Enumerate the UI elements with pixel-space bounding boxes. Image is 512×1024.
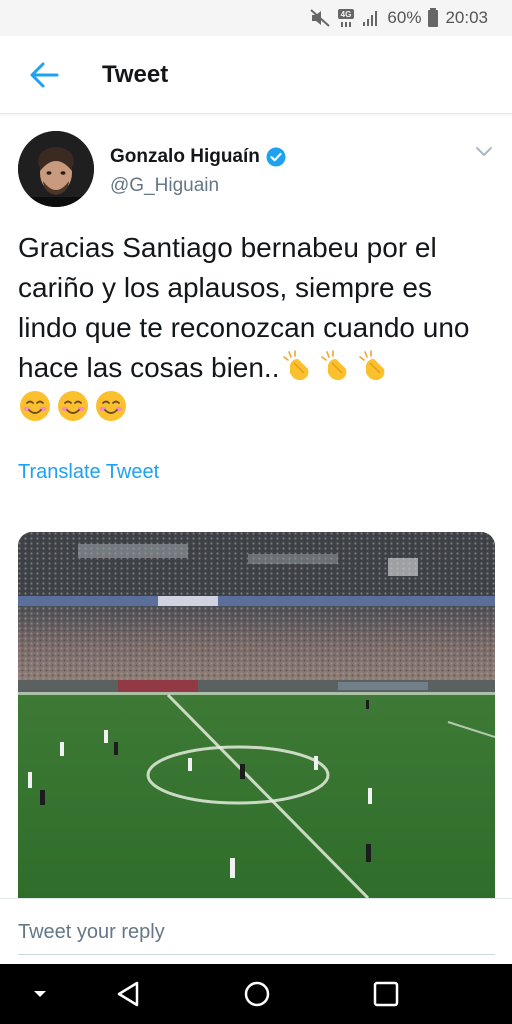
smiling-face-emoji (94, 389, 128, 423)
collapse-icon[interactable] (22, 976, 58, 1012)
clapping-hands-emoji (280, 349, 314, 383)
smiling-face-emoji (18, 389, 52, 423)
user-name-row[interactable]: Gonzalo Higuaín (110, 146, 286, 168)
mute-icon (309, 8, 331, 28)
tweet-body: Gracias Santiago bernabeu por el cariño … (18, 228, 498, 428)
app-header: Tweet (0, 36, 512, 114)
network-label: 4G (341, 10, 352, 19)
chevron-down-icon[interactable] (472, 140, 496, 164)
user-handle[interactable]: @G_Higuain (110, 175, 219, 197)
status-time: 20:03 (445, 8, 488, 27)
system-nav-bar (0, 964, 512, 1024)
reply-input[interactable] (18, 911, 495, 955)
arrow-left-icon (30, 62, 59, 87)
battery-percent: 60% (387, 8, 422, 27)
back-button[interactable] (22, 53, 66, 97)
stadium-image (18, 532, 495, 898)
status-bar: 4G 60% 20:03 (0, 0, 512, 36)
back-triangle-icon[interactable] (110, 976, 146, 1012)
home-circle-icon[interactable] (239, 976, 275, 1012)
user-name: Gonzalo Higuaín (110, 146, 260, 167)
signal-icon (361, 8, 381, 28)
recents-square-icon[interactable] (368, 976, 404, 1012)
translate-tweet-link[interactable]: Translate Tweet (18, 461, 159, 484)
network-4g-icon: 4G (337, 8, 355, 28)
battery-icon (427, 8, 439, 28)
tweet-text: Gracias Santiago bernabeu por el cariño … (18, 232, 470, 383)
smiling-face-emoji (56, 389, 90, 423)
tweet-card: Gonzalo Higuaín @G_Higuain Gracias Santi… (0, 114, 512, 898)
avatar[interactable] (18, 131, 94, 207)
clapping-hands-emoji (318, 349, 352, 383)
verified-badge-icon (266, 147, 286, 167)
page-title: Tweet (102, 60, 169, 88)
clapping-hands-emoji (356, 349, 390, 383)
reply-bar (0, 898, 512, 964)
tweet-media-video[interactable] (18, 532, 495, 898)
